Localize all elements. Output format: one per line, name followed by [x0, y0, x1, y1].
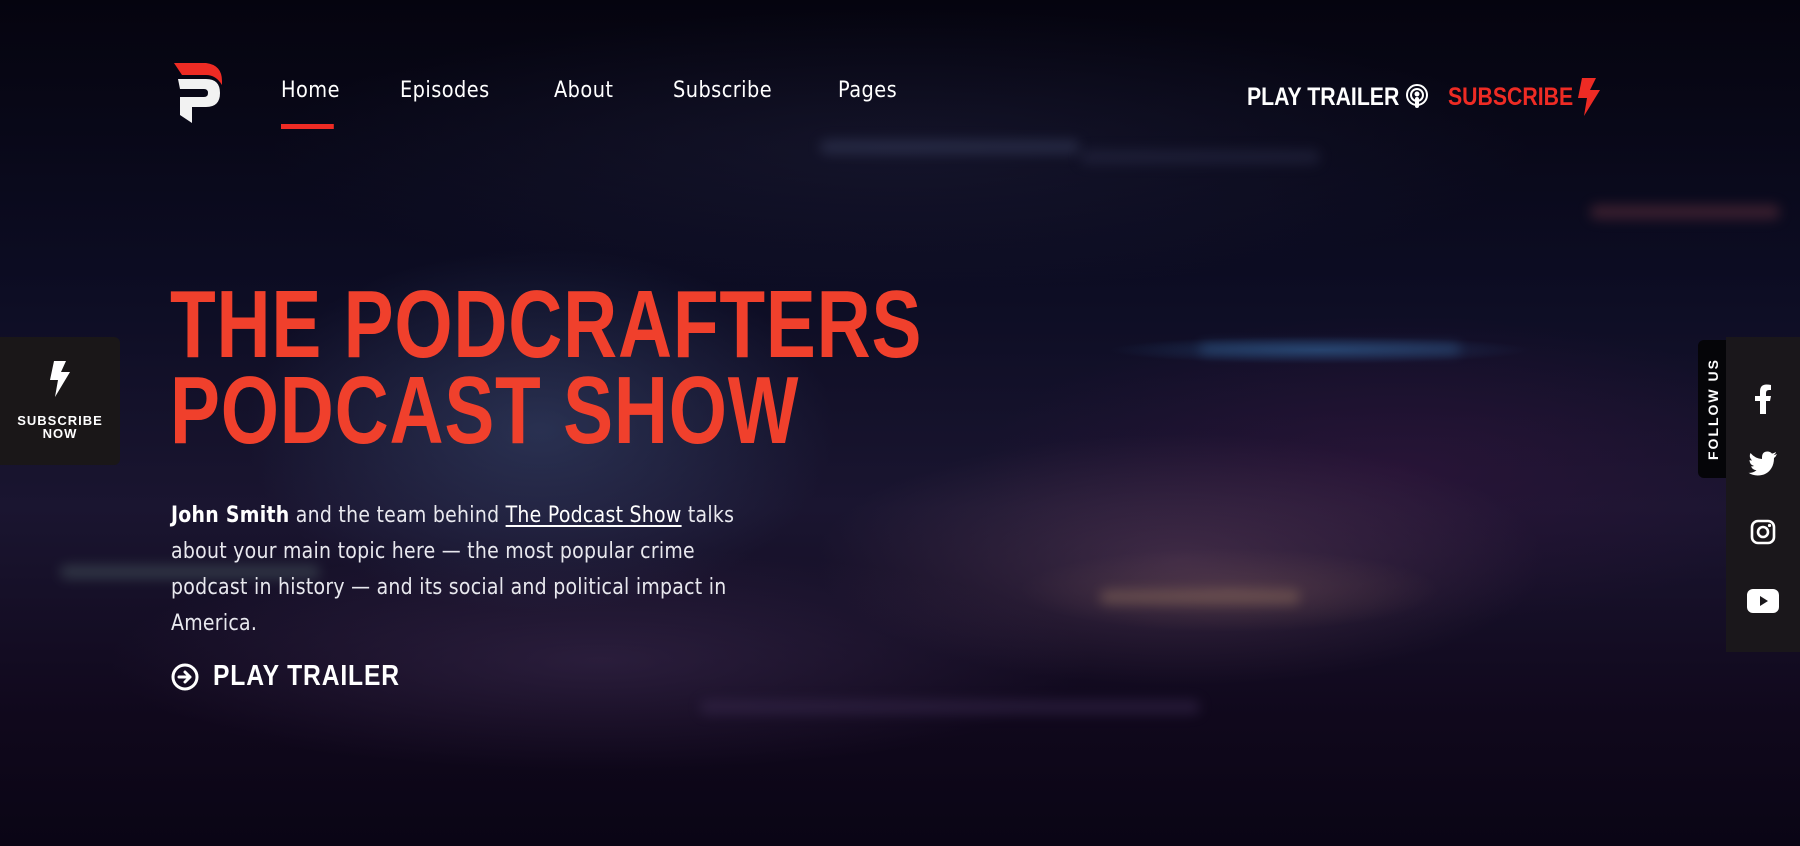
nav-item-about[interactable]: About [554, 78, 613, 103]
instagram-icon[interactable] [1750, 519, 1776, 545]
nav-item-home[interactable]: Home [281, 78, 340, 129]
facebook-icon[interactable] [1754, 384, 1772, 414]
podcast-icon[interactable] [1405, 84, 1429, 110]
brand-logo[interactable] [172, 63, 224, 125]
description-text: and the team behind [289, 503, 506, 528]
lightning-bolt-icon [50, 361, 70, 397]
nav-item-pages[interactable]: Pages [838, 78, 897, 103]
host-name: John Smith [171, 503, 290, 528]
play-trailer-label: PLAY TRAILER [213, 660, 400, 692]
title-line-1: THE PODCRAFTERS [170, 271, 923, 378]
main-nav: Home Episodes About Subscribe Pages [281, 78, 905, 129]
hero-description: John Smith and the team behind The Podca… [171, 498, 773, 642]
title-line-2: PODCAST SHOW [170, 357, 800, 464]
twitter-icon[interactable] [1748, 451, 1778, 477]
youtube-icon[interactable] [1747, 589, 1779, 613]
show-link[interactable]: The Podcast Show [506, 503, 682, 528]
page-title: THE PODCRAFTERS PODCAST SHOW [170, 271, 923, 464]
header-subscribe-link[interactable]: SUBSCRIBE [1448, 83, 1573, 112]
subscribe-now-label-line2: NOW [42, 426, 78, 441]
header-actions: PLAY TRAILER SUBSCRIBE [1247, 78, 1602, 116]
lightning-bolt-icon[interactable] [1576, 78, 1602, 116]
social-links-panel [1726, 337, 1800, 652]
subscribe-now-button[interactable]: SUBSCRIBE NOW [0, 337, 120, 465]
play-trailer-button[interactable]: PLAY TRAILER [171, 660, 433, 693]
arrow-circle-right-icon [171, 663, 199, 690]
nav-item-subscribe[interactable]: Subscribe [673, 78, 772, 103]
header-play-trailer-link[interactable]: PLAY TRAILER [1247, 83, 1399, 112]
follow-us-tab: FOLLOW US [1698, 340, 1728, 478]
nav-item-episodes[interactable]: Episodes [400, 78, 490, 103]
follow-us-label: FOLLOW US [1705, 358, 1721, 460]
